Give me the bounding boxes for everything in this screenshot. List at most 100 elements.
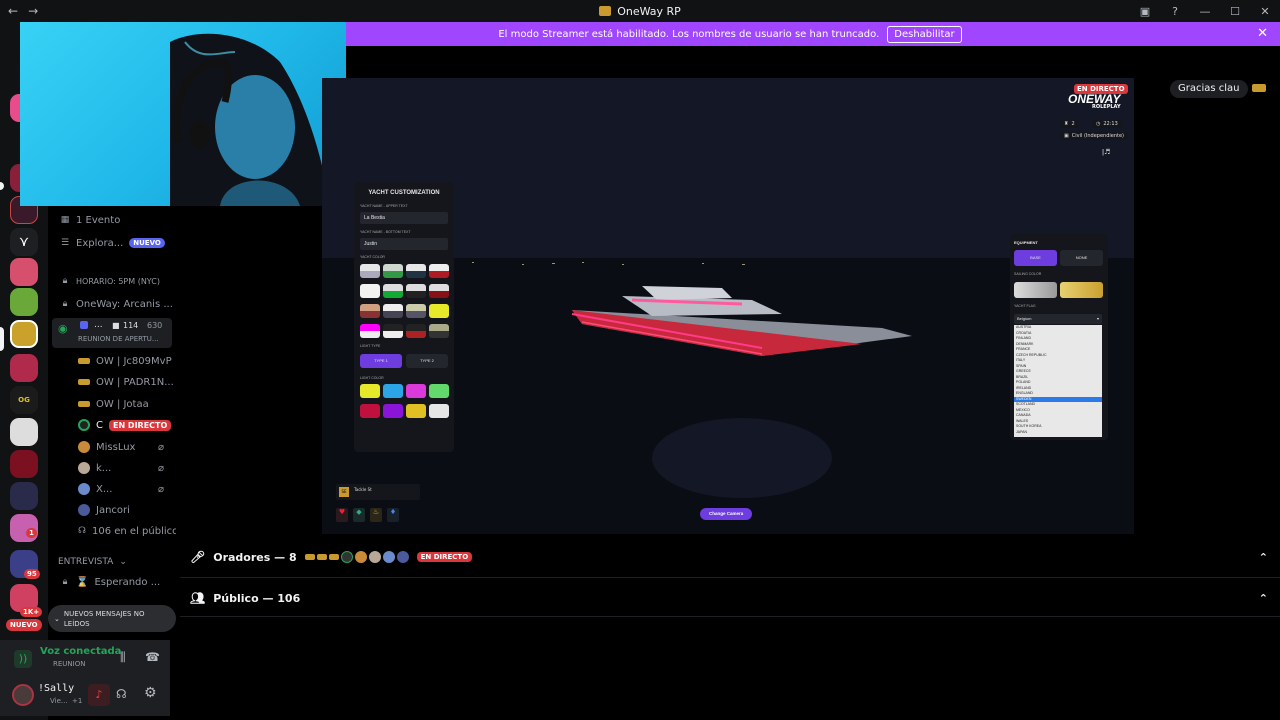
server-icon[interactable] xyxy=(10,418,38,446)
light-color-swatch[interactable] xyxy=(429,384,449,398)
server-icon[interactable] xyxy=(10,320,38,348)
member-name: C xyxy=(96,419,103,431)
color-swatch[interactable] xyxy=(360,324,380,338)
color-swatch[interactable] xyxy=(360,264,380,278)
server-icon[interactable]: OG xyxy=(10,386,38,414)
light-type1-button[interactable]: TYPE 1 xyxy=(360,354,402,368)
schedule-channel[interactable]: 🔒︎ HORARIO: 5PM (NYC) xyxy=(48,271,176,291)
flag-option[interactable]: JAPAN xyxy=(1014,430,1102,436)
divider xyxy=(180,616,1280,617)
server-icon[interactable] xyxy=(10,354,38,382)
color-swatch[interactable] xyxy=(406,324,426,338)
server-icon[interactable]: ⋎ xyxy=(10,228,38,256)
member-row[interactable]: MissLux ⌀ xyxy=(48,437,176,457)
member-row[interactable]: OW | Jotaa xyxy=(48,394,176,414)
color-swatch[interactable] xyxy=(360,284,380,298)
maximize-icon[interactable]: ☐ xyxy=(1220,5,1250,18)
help-icon[interactable]: ? xyxy=(1160,5,1190,18)
sailing-silver-swatch[interactable] xyxy=(1014,282,1057,298)
light-color-swatch[interactable] xyxy=(383,404,403,418)
back-arrow-icon[interactable]: ← xyxy=(8,4,18,18)
color-swatch[interactable] xyxy=(406,264,426,278)
light-color-swatch[interactable] xyxy=(406,404,426,418)
flag-select[interactable]: Belgium ▾ xyxy=(1014,314,1102,324)
member-avatar xyxy=(78,358,90,364)
gear-icon[interactable]: ⚙ xyxy=(144,685,157,701)
color-swatch[interactable] xyxy=(429,284,449,298)
bottom-text-input[interactable]: Justin xyxy=(360,238,448,250)
color-swatch[interactable] xyxy=(383,324,403,338)
light-type2-button[interactable]: TYPE 2 xyxy=(406,354,448,368)
audience-bar[interactable]: 👥︎ Público — 106 ⌃ xyxy=(180,578,1280,618)
sailing-gold-swatch[interactable] xyxy=(1060,282,1103,298)
color-swatch[interactable] xyxy=(360,304,380,318)
light-color-swatch[interactable] xyxy=(383,384,403,398)
speakers-bar[interactable]: 🎤︎ Oradores — 8 EN DIRECTO ⌃ xyxy=(180,537,1280,577)
explore-channel[interactable]: ☰ Explora... NUEVO xyxy=(48,233,176,253)
minimize-icon[interactable]: — xyxy=(1190,5,1220,18)
voice-channel-name[interactable]: REUNION xyxy=(53,660,85,668)
change-camera-button[interactable]: Change Camera xyxy=(700,508,753,520)
disable-streamer-button[interactable]: Deshabilitar xyxy=(887,25,962,43)
color-swatch[interactable] xyxy=(383,284,403,298)
member-avatar xyxy=(78,462,90,474)
stream-view[interactable]: EN DIRECTO ONEWAY ROLEPLAY ♜ 2 ◷ 22:13 ▣ Ci… xyxy=(322,78,1134,534)
member-row[interactable]: C EN DIRECTO xyxy=(48,415,176,435)
light-color-swatch[interactable] xyxy=(360,384,380,398)
voice-range-icon: ǀ♬ xyxy=(1102,148,1111,156)
inbox-icon[interactable]: ▣ xyxy=(1130,5,1160,18)
member-row[interactable]: OW | PADR1N... xyxy=(48,372,176,392)
event-channel[interactable]: ▦ 1 Evento xyxy=(48,210,176,230)
chevron-up-icon[interactable]: ⌃ xyxy=(1259,551,1268,564)
stage-title: ... xyxy=(94,320,103,330)
time-value: 22:13 xyxy=(1103,121,1118,127)
close-banner-icon[interactable]: ✕ xyxy=(1257,26,1268,41)
avatar[interactable] xyxy=(12,684,34,706)
window-title-text: OneWay RP xyxy=(617,4,681,18)
member-name: OW | Jotaa xyxy=(96,398,149,410)
headphones-icon[interactable]: ☊ xyxy=(116,687,127,701)
member-row[interactable]: OW | Jc809MvP xyxy=(48,351,176,371)
color-swatch[interactable] xyxy=(406,304,426,318)
mute-mic-icon[interactable]: ♪ xyxy=(88,684,110,706)
color-swatch[interactable] xyxy=(383,264,403,278)
member-row[interactable]: k... ⌀ xyxy=(48,458,176,478)
username[interactable]: !Sally xyxy=(38,683,74,694)
hud-job: ▣ Civil (Independiente) xyxy=(1060,132,1128,140)
new-messages-pill[interactable]: ⌄ NUEVOS MENSAJES NO LEÍDOS xyxy=(48,605,176,632)
color-swatch[interactable] xyxy=(383,304,403,318)
light-color-swatch[interactable] xyxy=(429,404,449,418)
color-swatch[interactable] xyxy=(429,324,449,338)
upper-text-input[interactable]: La Bestia xyxy=(360,212,448,224)
light-color-swatch[interactable] xyxy=(406,384,426,398)
panel-title: YACHT CUSTOMIZATION xyxy=(368,190,440,196)
audience-icon: 👥︎ xyxy=(190,591,206,605)
webcam-feed xyxy=(20,22,346,206)
light-color-swatch[interactable] xyxy=(360,404,380,418)
health-icon: ♥ xyxy=(336,508,348,522)
server-icon[interactable] xyxy=(10,258,38,286)
light-type-label: LIGHT TYPE xyxy=(360,344,381,348)
color-swatch[interactable] xyxy=(406,284,426,298)
audience-label: 106 en el público xyxy=(92,525,176,537)
member-row[interactable]: Jancori xyxy=(48,500,176,520)
server-icon[interactable] xyxy=(10,482,38,510)
member-row[interactable]: X... ⌀ xyxy=(48,479,176,499)
audience-row[interactable]: ☊ 106 en el público xyxy=(48,521,176,541)
waiting-channel[interactable]: 🔒︎ ⌛ Esperando ... xyxy=(48,572,176,592)
chevron-up-icon[interactable]: ⌃ xyxy=(1259,592,1268,605)
close-window-icon[interactable]: ✕ xyxy=(1250,5,1280,18)
equipment-base-button[interactable]: BASE xyxy=(1014,250,1057,266)
forward-arrow-icon[interactable]: → xyxy=(28,4,38,18)
color-swatch[interactable] xyxy=(429,304,449,318)
color-swatch[interactable] xyxy=(429,264,449,278)
stage-channel[interactable]: ◉ ... ■ 114 630 REUNION DE APERTU... xyxy=(52,318,172,348)
equipment-none-button[interactable]: NONE xyxy=(1060,250,1103,266)
live-badge: EN DIRECTO xyxy=(108,419,172,431)
oneway-channel[interactable]: 🔒︎ OneWay: Arcanis ... xyxy=(48,294,176,314)
server-icon[interactable] xyxy=(10,450,38,478)
server-icon[interactable] xyxy=(10,288,38,316)
disconnect-icon[interactable]: ☎ xyxy=(145,650,160,664)
soundboard-icon[interactable]: ⫼ xyxy=(120,650,126,665)
category-entrevista[interactable]: ENTREVISTA ⌄ xyxy=(48,552,176,572)
